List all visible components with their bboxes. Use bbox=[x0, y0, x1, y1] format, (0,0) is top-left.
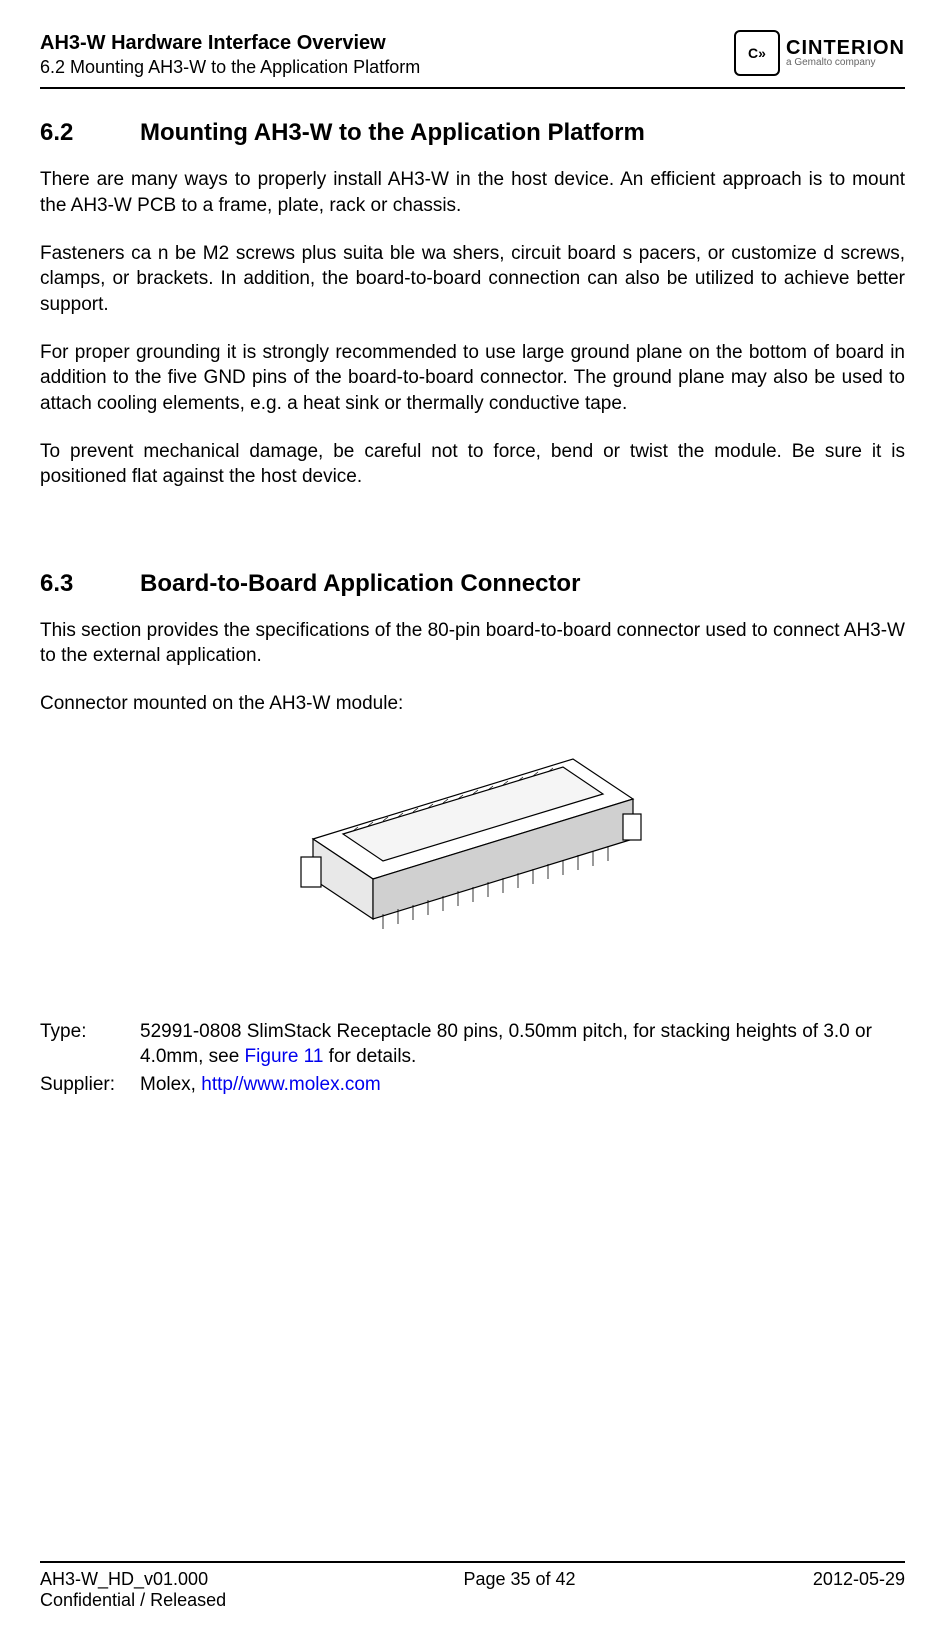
logo-icon: C» bbox=[734, 30, 780, 76]
paragraph: Fasteners ca n be M2 screws plus suita b… bbox=[40, 241, 905, 318]
section-heading-6-2: 6.2 Mounting AH3-W to the Application Pl… bbox=[40, 119, 905, 147]
page-header: AH3-W Hardware Interface Overview 6.2 Mo… bbox=[40, 30, 905, 89]
spec-supplier-text-pre: Molex, bbox=[140, 1074, 201, 1095]
spec-supplier-value: Molex, http//www.molex.com bbox=[140, 1072, 905, 1098]
spec-type-label: Type: bbox=[40, 1019, 140, 1070]
section-heading-6-3: 6.3 Board-to-Board Application Connector bbox=[40, 570, 905, 598]
footer-date: 2012-05-29 bbox=[813, 1569, 905, 1611]
connector-figure bbox=[40, 739, 905, 979]
doc-subtitle: 6.2 Mounting AH3-W to the Application Pl… bbox=[40, 56, 734, 79]
doc-title: AH3-W Hardware Interface Overview bbox=[40, 30, 734, 56]
paragraph: This section provides the specifications… bbox=[40, 618, 905, 669]
spec-type-row: Type: 52991-0808 SlimStack Receptacle 80… bbox=[40, 1019, 905, 1070]
footer-page: Page 35 of 42 bbox=[463, 1569, 575, 1611]
header-left: AH3-W Hardware Interface Overview 6.2 Mo… bbox=[40, 30, 734, 79]
section-title: Board-to-Board Application Connector bbox=[140, 570, 580, 598]
paragraph: There are many ways to properly install … bbox=[40, 167, 905, 218]
spec-supplier-label: Supplier: bbox=[40, 1072, 140, 1098]
supplier-link[interactable]: http//www.molex.com bbox=[201, 1074, 381, 1095]
section-number: 6.3 bbox=[40, 570, 140, 598]
section-title: Mounting AH3-W to the Application Platfo… bbox=[140, 119, 645, 147]
footer-left: AH3-W_HD_v01.000 Confidential / Released bbox=[40, 1569, 226, 1611]
section-number: 6.2 bbox=[40, 119, 140, 147]
footer-confidentiality: Confidential / Released bbox=[40, 1590, 226, 1611]
logo-tagline: a Gemalto company bbox=[786, 58, 905, 68]
logo-brand: CINTERION bbox=[786, 38, 905, 58]
figure-link[interactable]: Figure 11 bbox=[245, 1046, 324, 1067]
paragraph: To prevent mechanical damage, be careful… bbox=[40, 439, 905, 490]
brand-logo: C» CINTERION a Gemalto company bbox=[734, 30, 905, 76]
paragraph: Connector mounted on the AH3-W module: bbox=[40, 691, 905, 717]
spec-type-value: 52991-0808 SlimStack Receptacle 80 pins,… bbox=[140, 1019, 905, 1070]
spec-supplier-row: Supplier: Molex, http//www.molex.com bbox=[40, 1072, 905, 1098]
logo-icon-glyph: C» bbox=[748, 45, 766, 61]
paragraph: For proper grounding it is strongly reco… bbox=[40, 340, 905, 417]
logo-text: CINTERION a Gemalto company bbox=[786, 38, 905, 68]
spec-type-text-post: for details. bbox=[323, 1046, 416, 1067]
connector-illustration bbox=[273, 739, 673, 979]
footer-doc-id: AH3-W_HD_v01.000 bbox=[40, 1569, 226, 1590]
page-footer: AH3-W_HD_v01.000 Confidential / Released… bbox=[40, 1561, 905, 1611]
